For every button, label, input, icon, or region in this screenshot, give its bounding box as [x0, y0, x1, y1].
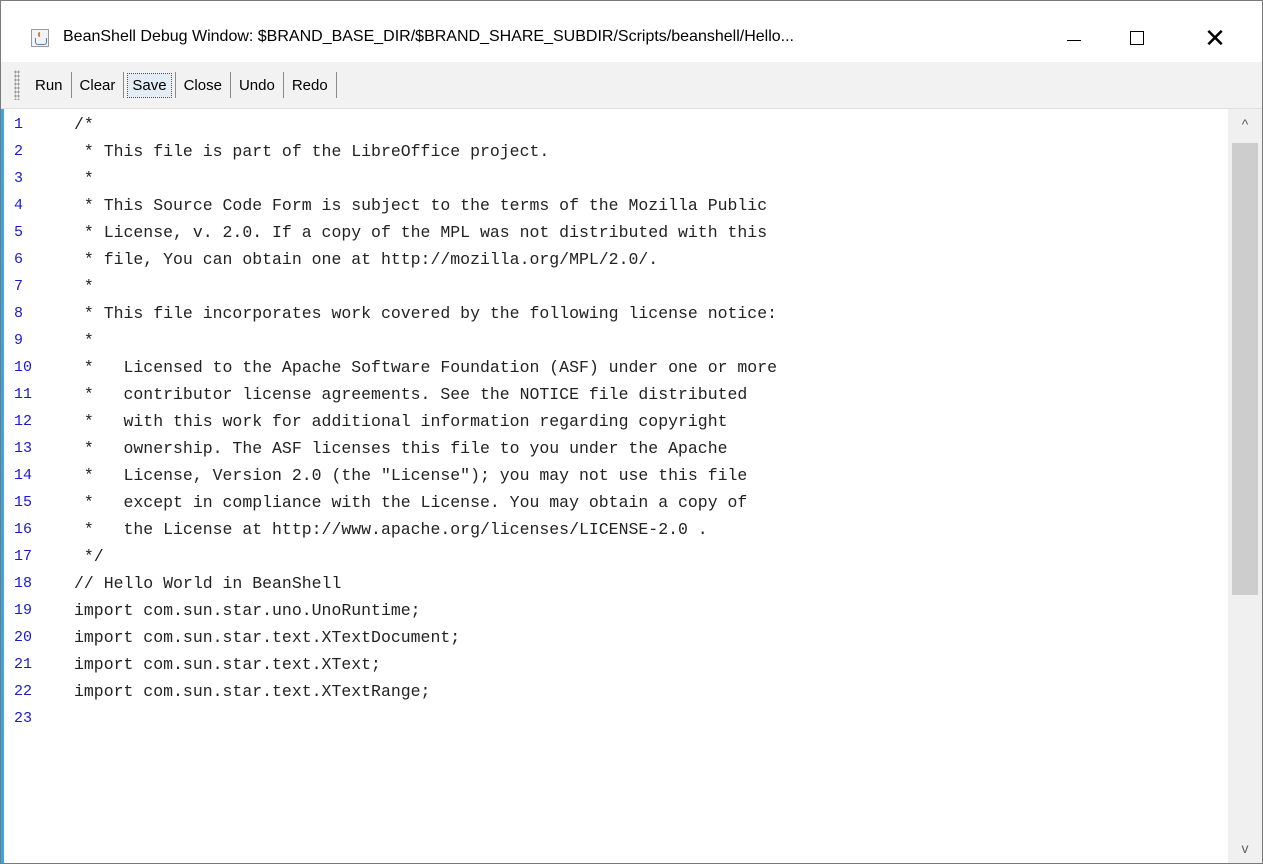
line-number: 9 — [14, 332, 24, 349]
code-line[interactable]: 17 */ — [1, 543, 1226, 570]
clear-button[interactable]: Clear — [75, 73, 121, 98]
java-cup-icon — [31, 29, 49, 47]
line-number: 20 — [14, 629, 33, 646]
code-text[interactable]: // Hello World in BeanShell — [74, 570, 341, 597]
line-number: 18 — [14, 575, 33, 592]
code-line[interactable]: 6 * file, You can obtain one at http://m… — [1, 246, 1226, 273]
code-line[interactable]: 19 import com.sun.star.uno.UnoRuntime; — [1, 597, 1226, 624]
code-text[interactable]: * file, You can obtain one at http://moz… — [74, 246, 658, 273]
code-line[interactable]: 14 * License, Version 2.0 (the "License"… — [1, 462, 1226, 489]
toolbar-grip-handle[interactable] — [14, 70, 20, 100]
toolbar-separator — [229, 72, 231, 98]
code-text[interactable]: * License, Version 2.0 (the "License"); … — [74, 462, 747, 489]
line-number: 23 — [14, 710, 33, 727]
code-line[interactable]: 12 * with this work for additional infor… — [1, 408, 1226, 435]
line-number: 4 — [14, 197, 24, 214]
line-number: 10 — [14, 359, 33, 376]
vertical-scrollbar[interactable]: ^ v — [1228, 109, 1262, 863]
code-text[interactable]: * ownership. The ASF licenses this file … — [74, 435, 728, 462]
line-number: 19 — [14, 602, 33, 619]
code-line[interactable]: 11 * contributor license agreements. See… — [1, 381, 1226, 408]
toolbar: Run Clear Save Close Undo Redo — [1, 62, 1262, 109]
code-text[interactable]: * This Source Code Form is subject to th… — [74, 192, 767, 219]
line-number: 3 — [14, 170, 24, 187]
code-line[interactable]: 3 * — [1, 165, 1226, 192]
save-button[interactable]: Save — [127, 72, 172, 98]
run-button[interactable]: Run — [30, 73, 68, 98]
close-button[interactable]: Close — [179, 73, 227, 98]
code-text[interactable]: * the License at http://www.apache.org/l… — [74, 516, 708, 543]
toolbar-separator — [70, 72, 72, 98]
toolbar-separator — [174, 72, 176, 98]
code-line[interactable]: 18 // Hello World in BeanShell — [1, 570, 1226, 597]
code-line[interactable]: 2 * This file is part of the LibreOffice… — [1, 138, 1226, 165]
toolbar-separator — [335, 72, 337, 98]
code-text[interactable]: * License, v. 2.0. If a copy of the MPL … — [74, 219, 767, 246]
toolbar-separator — [282, 72, 284, 98]
scrollbar-thumb[interactable] — [1232, 143, 1258, 595]
code-line[interactable]: 5 * License, v. 2.0. If a copy of the MP… — [1, 219, 1226, 246]
line-number: 13 — [14, 440, 33, 457]
code-line[interactable]: 9 * — [1, 327, 1226, 354]
code-text[interactable]: import com.sun.star.text.XTextRange; — [74, 678, 430, 705]
code-line[interactable]: 1 /* — [1, 111, 1226, 138]
scroll-down-icon[interactable]: v — [1228, 833, 1262, 863]
line-number: 22 — [14, 683, 33, 700]
code-text[interactable]: * This file incorporates work covered by… — [74, 300, 777, 327]
minimize-button[interactable] — [1043, 15, 1105, 61]
code-text[interactable]: */ — [74, 543, 104, 570]
code-text[interactable]: * contributor license agreements. See th… — [74, 381, 747, 408]
line-number: 21 — [14, 656, 33, 673]
code-editor[interactable]: 1/* 2 * This file is part of the LibreOff… — [1, 109, 1262, 863]
scroll-up-icon[interactable]: ^ — [1228, 109, 1262, 139]
code-line[interactable]: 22 import com.sun.star.text.XTextRange; — [1, 678, 1226, 705]
line-number: 17 — [14, 548, 33, 565]
code-line[interactable]: 15 * except in compliance with the Licen… — [1, 489, 1226, 516]
window-title: BeanShell Debug Window: $BRAND_BASE_DIR/… — [63, 28, 794, 45]
code-line[interactable]: 23 — [1, 705, 1226, 732]
code-text[interactable]: import com.sun.star.text.XText; — [74, 651, 381, 678]
line-number: 6 — [14, 251, 24, 268]
toolbar-separator — [123, 72, 125, 98]
code-line[interactable]: 10 * Licensed to the Apache Software Fou… — [1, 354, 1226, 381]
undo-button[interactable]: Undo — [234, 73, 280, 98]
code-text[interactable]: * This file is part of the LibreOffice p… — [74, 138, 549, 165]
code-line[interactable]: 7 * — [1, 273, 1226, 300]
maximize-icon — [1130, 31, 1144, 45]
close-icon: ✕ — [1204, 23, 1226, 53]
code-text[interactable]: * with this work for additional informat… — [74, 408, 728, 435]
line-number: 1 — [14, 116, 24, 133]
code-text[interactable]: * except in compliance with the License.… — [74, 489, 747, 516]
code-text[interactable]: * — [74, 165, 94, 192]
beanshell-debug-window: BeanShell Debug Window: $BRAND_BASE_DIR/… — [0, 0, 1263, 864]
title-bar[interactable]: BeanShell Debug Window: $BRAND_BASE_DIR/… — [1, 1, 1262, 61]
line-number: 14 — [14, 467, 33, 484]
minimize-icon — [1067, 39, 1081, 41]
code-line[interactable]: 4 * This Source Code Form is subject to … — [1, 192, 1226, 219]
code-text[interactable]: /* — [74, 111, 94, 138]
code-line[interactable]: 13 * ownership. The ASF licenses this fi… — [1, 435, 1226, 462]
code-text[interactable]: import com.sun.star.text.XTextDocument; — [74, 624, 460, 651]
line-number: 11 — [14, 386, 33, 403]
line-number: 7 — [14, 278, 24, 295]
line-number: 8 — [14, 305, 24, 322]
redo-button[interactable]: Redo — [287, 73, 333, 98]
line-number: 15 — [14, 494, 33, 511]
line-number: 5 — [14, 224, 24, 241]
code-text[interactable]: * Licensed to the Apache Software Founda… — [74, 354, 777, 381]
code-text[interactable]: * — [74, 273, 94, 300]
line-number: 12 — [14, 413, 33, 430]
code-text[interactable]: import com.sun.star.uno.UnoRuntime; — [74, 597, 421, 624]
code-line[interactable]: 16 * the License at http://www.apache.or… — [1, 516, 1226, 543]
maximize-button[interactable] — [1106, 15, 1168, 61]
line-number: 16 — [14, 521, 33, 538]
close-window-button[interactable]: ✕ — [1184, 15, 1246, 61]
line-number: 2 — [14, 143, 24, 160]
code-line[interactable]: 21 import com.sun.star.text.XText; — [1, 651, 1226, 678]
code-text[interactable]: * — [74, 327, 94, 354]
code-line[interactable]: 20 import com.sun.star.text.XTextDocument… — [1, 624, 1226, 651]
code-line[interactable]: 8 * This file incorporates work covered … — [1, 300, 1226, 327]
